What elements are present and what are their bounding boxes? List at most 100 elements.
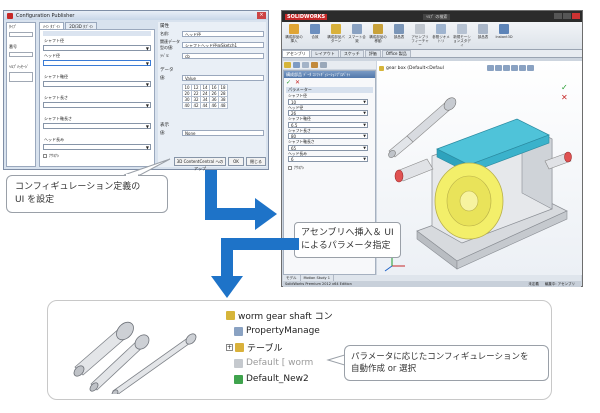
- ribbon-button[interactable]: 構成部品パターン: [326, 24, 346, 47]
- attribute-row: ﾗﾍﾞﾙ: cb: [158, 52, 266, 60]
- tree-item[interactable]: PropertyManage: [226, 323, 320, 339]
- maximize-icon[interactable]: [563, 13, 571, 19]
- configuration-tree: worm gear shaft コン PropertyManage + テーブル…: [226, 307, 333, 393]
- help-search-input[interactable]: ﾍﾙﾌﾟ の検索: [423, 13, 451, 20]
- property-manager-icon[interactable]: [293, 62, 300, 68]
- cp-title-text: Configuration Publisher: [16, 12, 75, 19]
- pm-param-dropdown[interactable]: 26 ▼: [288, 110, 368, 116]
- expand-icon[interactable]: +: [226, 343, 233, 351]
- ribbon-button[interactable]: 合致: [305, 24, 325, 47]
- param-group[interactable]: シャフト長さ ▼: [43, 95, 151, 108]
- display-manager-icon[interactable]: [320, 62, 327, 68]
- grid-cell[interactable]: 40: [182, 102, 192, 109]
- ok-button[interactable]: OK: [228, 157, 244, 166]
- param-dropdown[interactable]: ▼: [43, 81, 151, 87]
- param-caption: ヘッド径: [44, 53, 60, 58]
- status-right: 未定義 編集中: アセンブリ: [528, 281, 581, 287]
- tab-layout[interactable]: レイアウト: [310, 50, 339, 57]
- ribbon-button[interactable]: 部品表: [389, 24, 409, 47]
- tab-sketch[interactable]: スケッチ: [339, 50, 364, 57]
- param-dropdown[interactable]: ▼: [43, 102, 151, 108]
- close-icon[interactable]: ×: [257, 12, 266, 19]
- tab-office-products[interactable]: Office 製品: [381, 50, 411, 57]
- tab-evaluate[interactable]: 評価: [364, 50, 381, 57]
- ribbon-button[interactable]: Instant3D: [494, 24, 514, 47]
- param-dropdown[interactable]: ▼: [43, 123, 151, 129]
- param-dropdown[interactable]: ▼: [43, 144, 151, 150]
- data-type-dropdown[interactable]: Value: [182, 75, 264, 81]
- ribbon-button[interactable]: 部品表: [473, 24, 493, 47]
- gearbox-model: [384, 97, 572, 272]
- grid-cell[interactable]: 42: [191, 102, 201, 109]
- cancel-x-icon[interactable]: ✕: [295, 79, 300, 86]
- pm-param-dropdown[interactable]: 80 ▼: [288, 133, 368, 139]
- param-group[interactable]: ヘッド径 ▼: [43, 53, 151, 66]
- cp-left-field[interactable]: [9, 72, 33, 82]
- param-group[interactable]: シャフト軸長さ ▼: [43, 116, 151, 129]
- pm-ok-cancel: ✓ ✕: [284, 78, 375, 86]
- pm-param: ヘッド長み 6 ▼: [288, 151, 371, 162]
- tree-item[interactable]: + テーブル: [226, 339, 306, 355]
- solidworks-app-icon: [7, 12, 13, 19]
- pm-param-dropdown[interactable]: 6 ▼: [288, 156, 368, 162]
- callout-text: パラメータに応じたコンフィギュレーションを: [351, 352, 529, 362]
- property-manager-icon: [234, 326, 243, 336]
- tree-item-inactive-config[interactable]: Default [ worm: [226, 355, 313, 371]
- instant3d-icon: [499, 24, 509, 34]
- ribbon-label: 部品表: [477, 35, 489, 39]
- tree-root[interactable]: worm gear shaft コン: [226, 307, 333, 323]
- pm-param-value: 65: [291, 145, 297, 151]
- callout-ui-setup: コンフィギュレーション定義の UI を設定: [6, 175, 168, 213]
- param-dropdown[interactable]: ▼: [43, 45, 151, 51]
- pm-param-dropdown[interactable]: 65 ▼: [288, 144, 368, 151]
- ok-check-icon[interactable]: ✓: [286, 79, 291, 86]
- pm-checkbox[interactable]: ﾅｻﾖﾅｼ: [288, 165, 371, 171]
- param-group[interactable]: ヘッド長み ▼: [43, 137, 151, 150]
- cp-left-field[interactable]: [9, 52, 33, 57]
- grid-cell[interactable]: 44: [200, 102, 210, 109]
- pm-param-value: 6: [291, 157, 294, 162]
- ribbon-button[interactable]: スマート合致: [347, 24, 367, 47]
- chevron-down-icon: ▼: [145, 124, 149, 129]
- shaft-variant-large-icon: [73, 321, 134, 377]
- attribute-value-dropdown[interactable]: シャフトヘッド径@Sketch1: [182, 42, 264, 48]
- chevron-down-icon: ▼: [363, 145, 366, 150]
- status-definition: 未定義: [528, 282, 539, 286]
- ribbon-button[interactable]: アセンブリフィーチャー: [410, 24, 430, 47]
- minimize-icon[interactable]: [554, 13, 562, 19]
- pm-param-dropdown[interactable]: 6.5 ▼: [288, 121, 368, 128]
- tab-assembly[interactable]: アセンブリ: [282, 50, 310, 57]
- dimxpert-icon[interactable]: [311, 62, 318, 68]
- close-icon[interactable]: [572, 13, 580, 19]
- attribute-value-input[interactable]: cb: [182, 53, 264, 59]
- param-group[interactable]: シャフト軸径 ▼: [43, 74, 151, 87]
- tree-item-active-config[interactable]: Default_New2: [226, 371, 309, 387]
- cp-left-field[interactable]: [9, 32, 33, 37]
- cp-attribute-panel: 属性 名前: ヘッド径 関連データ型の値: シャフトヘッド径@Sketch1 ﾗ…: [158, 22, 266, 167]
- ribbon-label: Instant3D: [495, 35, 513, 39]
- close-button[interactable]: 閉じる: [246, 157, 266, 166]
- feature-tree-icon[interactable]: [284, 62, 291, 68]
- param-caption: シャフト軸長さ: [44, 116, 72, 121]
- flow-arrow-right-icon: [205, 170, 277, 230]
- graphics-viewport[interactable]: gear box (Default<Defaul ✓ ✕: [377, 61, 582, 275]
- grid-cell[interactable]: 48: [218, 102, 228, 109]
- callout-text: アセンブリへ挿入＆ UI: [301, 228, 394, 238]
- upload-3d-contentcentral-button[interactable]: 3D ContentCentral へのアップ: [174, 157, 226, 171]
- param-dropdown[interactable]: ▼: [43, 60, 151, 66]
- chevron-down-icon: ▼: [145, 61, 149, 66]
- callout-text: UI を設定: [15, 195, 55, 205]
- callout-pointer: [123, 158, 171, 176]
- pm-param-dropdown[interactable]: 10 ▼: [288, 98, 368, 105]
- feature-manager-tabs: [283, 61, 376, 69]
- ribbon-button[interactable]: 新規モーションスタディ: [452, 24, 472, 47]
- param-group[interactable]: シャフト径 ▼: [43, 38, 151, 51]
- ribbon-button[interactable]: 構成部品の移動: [368, 24, 388, 47]
- assembly-feature-icon: [415, 24, 425, 34]
- attribute-value-input[interactable]: ヘッド径: [182, 31, 264, 37]
- display-dropdown[interactable]: None: [182, 130, 264, 136]
- configuration-manager-icon[interactable]: [302, 62, 309, 68]
- grid-cell[interactable]: 46: [209, 102, 219, 109]
- ribbon-button[interactable]: 構成部品の挿入: [284, 24, 304, 47]
- ribbon-button[interactable]: 参照ジオメトリ: [431, 24, 451, 47]
